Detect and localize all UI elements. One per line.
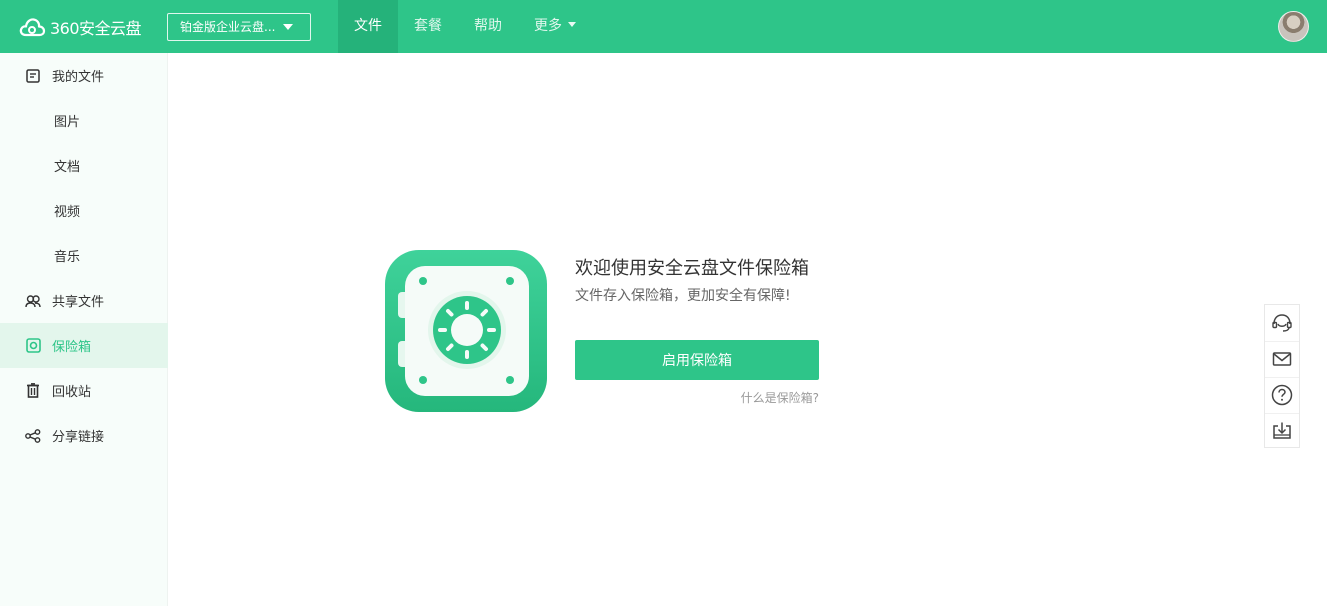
sidebar-item-label: 文档 bbox=[54, 160, 81, 175]
sidebar-item-safe[interactable]: 保险箱 bbox=[0, 323, 168, 368]
help-circle-icon bbox=[1271, 384, 1293, 406]
sidebar-item-share-links[interactable]: 分享链接 bbox=[0, 413, 168, 458]
mail-icon bbox=[1272, 352, 1292, 366]
sidebar-item-label: 回收站 bbox=[52, 385, 92, 400]
safe-icon bbox=[25, 338, 41, 354]
customer-service-icon bbox=[1272, 313, 1292, 332]
plan-select[interactable]: 铂金版企业云盘... bbox=[167, 13, 311, 41]
logo-text: 360安全云盘 bbox=[50, 19, 142, 38]
top-nav: 文件 套餐 帮助 更多 bbox=[338, 0, 592, 53]
sidebar-item-label: 我的文件 bbox=[52, 70, 105, 85]
cloud-logo-icon bbox=[19, 18, 46, 37]
nav-plans[interactable]: 套餐 bbox=[398, 0, 458, 53]
sidebar-item-trash[interactable]: 回收站 bbox=[0, 368, 168, 413]
sidebar-item-my-files[interactable]: 我的文件 bbox=[0, 53, 168, 98]
plan-select-label: 铂金版企业云盘... bbox=[180, 20, 276, 34]
sidebar-item-label: 共享文件 bbox=[52, 295, 105, 310]
sidebar-item-documents[interactable]: 文档 bbox=[0, 143, 168, 188]
nav-files[interactable]: 文件 bbox=[338, 0, 398, 53]
download-icon bbox=[1273, 422, 1291, 439]
help-button[interactable] bbox=[1265, 377, 1299, 412]
enable-safe-button[interactable]: 启用保险箱 bbox=[575, 340, 819, 380]
avatar[interactable] bbox=[1278, 11, 1309, 42]
sidebar-item-label: 图片 bbox=[54, 115, 81, 130]
welcome-title: 欢迎使用安全云盘文件保险箱 bbox=[575, 258, 809, 279]
mail-button[interactable] bbox=[1265, 341, 1299, 376]
logo[interactable]: 360安全云盘 bbox=[18, 14, 142, 40]
sidebar-item-label: 分享链接 bbox=[52, 430, 105, 445]
sidebar-item-label: 保险箱 bbox=[52, 340, 92, 355]
top-header: 360安全云盘 铂金版企业云盘... 文件 套餐 帮助 更多 bbox=[0, 0, 1327, 53]
sidebar-item-shared[interactable]: 共享文件 bbox=[0, 278, 168, 323]
floating-toolbar bbox=[1264, 304, 1300, 448]
sidebar-item-images[interactable]: 图片 bbox=[0, 98, 168, 143]
download-client-button[interactable] bbox=[1265, 413, 1299, 448]
what-is-safe-link[interactable]: 什么是保险箱? bbox=[575, 389, 819, 406]
safe-box-illustration-icon bbox=[385, 250, 547, 412]
sidebar-item-videos[interactable]: 视频 bbox=[0, 188, 168, 233]
sidebar-item-music[interactable]: 音乐 bbox=[0, 233, 168, 278]
my-files-icon bbox=[25, 68, 41, 84]
nav-help[interactable]: 帮助 bbox=[458, 0, 518, 53]
chevron-down-icon bbox=[283, 24, 293, 30]
share-link-icon bbox=[25, 428, 41, 444]
nav-more[interactable]: 更多 bbox=[518, 0, 592, 53]
customer-service-button[interactable] bbox=[1265, 305, 1299, 340]
sidebar: 我的文件 图片 文档 视频 音乐 共享文件 保险箱 回收站 分享链接 bbox=[0, 53, 168, 606]
sidebar-item-label: 音乐 bbox=[54, 250, 81, 265]
chevron-down-icon bbox=[568, 22, 576, 27]
sidebar-item-label: 视频 bbox=[54, 205, 81, 220]
welcome-subtitle: 文件存入保险箱，更加安全有保障! bbox=[575, 288, 791, 304]
shared-users-icon bbox=[25, 293, 41, 309]
trash-icon bbox=[25, 383, 41, 399]
